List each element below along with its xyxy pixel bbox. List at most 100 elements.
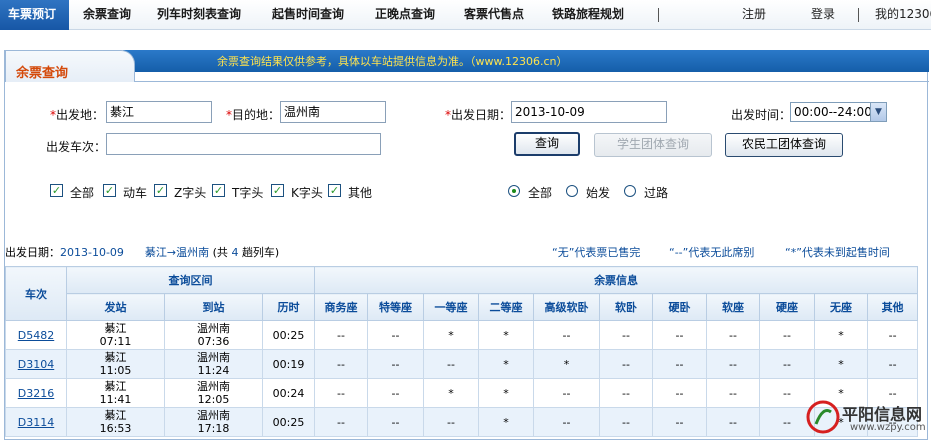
arrival-time: 07:36: [197, 335, 230, 348]
filter-all-checkbox[interactable]: ✓: [50, 184, 63, 197]
table-row: D3114 綦江 16:53 温州南 17:18 00:25 -- -- -- * -- -- -- --…: [5, 407, 919, 437]
login-link[interactable]: 登录: [811, 0, 835, 30]
from-station-input[interactable]: 綦江: [106, 101, 212, 123]
to-station-input[interactable]: 温州南: [280, 101, 386, 123]
station-passing-label: 过路: [644, 186, 669, 200]
seat-availability: --: [729, 386, 737, 400]
seat-availability: --: [622, 415, 630, 429]
seat-availability: *: [503, 328, 509, 342]
header-seat: 高级软卧: [533, 293, 600, 321]
to-station: 温州南: [197, 351, 230, 364]
seat-availability: --: [562, 328, 571, 342]
departure-time: 11:41: [99, 393, 132, 406]
arrival-time: 17:18: [197, 422, 230, 435]
migrant-worker-query-button[interactable]: 农民工团体查询: [725, 133, 843, 157]
station-origin-label: 始发: [586, 186, 611, 200]
nav-sale-time[interactable]: 起售时间查询: [272, 0, 344, 30]
seat-availability: --: [391, 328, 400, 342]
student-group-query-button[interactable]: 学生团体查询: [594, 133, 712, 157]
nav-divider: [658, 8, 659, 22]
filter-z-checkbox[interactable]: ✓: [154, 184, 167, 197]
header-seat: 硬座: [759, 293, 815, 321]
station-passing-radio[interactable]: [624, 185, 636, 197]
filter-emu-checkbox[interactable]: ✓: [103, 184, 116, 197]
seat-availability: --: [675, 328, 684, 342]
table-row: D5482 綦江 07:11 温州南 07:36 00:25 -- -- * * -- -- -- -- -…: [5, 320, 919, 350]
time-select[interactable]: 00:00--24:00 ▼: [790, 102, 887, 122]
seat-availability: --: [675, 357, 684, 371]
to-label: *目的地：: [226, 108, 281, 122]
station-all-label: 全部: [528, 186, 553, 200]
seat-availability: --: [622, 328, 630, 342]
seat-availability: --: [783, 386, 791, 400]
header-seat: 二等座: [478, 293, 534, 321]
station-all-radio[interactable]: [508, 185, 520, 197]
my12306-link[interactable]: 我的12306: [875, 0, 931, 30]
header-seat: 软卧: [599, 293, 653, 321]
seat-availability: --: [729, 328, 737, 342]
nav-delay-status[interactable]: 正晚点查询: [375, 0, 435, 30]
filter-t-checkbox[interactable]: ✓: [212, 184, 225, 197]
departure-time: 16:53: [99, 422, 132, 435]
filter-other-label: 其他: [348, 186, 373, 200]
filter-k-checkbox[interactable]: ✓: [271, 184, 284, 197]
header-seat: 一等座: [423, 293, 479, 321]
departure-time: 11:05: [99, 364, 132, 377]
arrival-time: 12:05: [197, 393, 230, 406]
time-select-value: 00:00--24:00: [794, 105, 872, 119]
train-number-link[interactable]: D3114: [18, 416, 54, 429]
header-from: 发站: [66, 293, 165, 321]
train-no-input[interactable]: [106, 133, 381, 155]
header-seat: 其他: [866, 293, 919, 321]
register-link[interactable]: 注册: [742, 0, 766, 30]
notice-bar: 余票查询结果仅供参考，具体以车站提供信息为准。（www.12306.cn）: [123, 50, 929, 72]
nav-ticket-booking[interactable]: 车票预订: [0, 0, 69, 30]
station-origin-radio[interactable]: [566, 185, 578, 197]
train-number-link[interactable]: D3104: [18, 358, 54, 371]
duration: 00:25: [272, 415, 305, 429]
filter-emu-label: 动车: [123, 186, 148, 200]
summary-route: 綦江→温州南: [144, 246, 210, 259]
result-summary: 出发日期：2013-10-09 綦江→温州南 (共 4 趟列车): [5, 246, 280, 259]
train-number-link[interactable]: D5482: [18, 329, 54, 342]
date-label: *出发日期：: [445, 108, 512, 122]
nav-trip-planning[interactable]: 铁路旅程规划: [552, 0, 624, 30]
seat-availability: --: [447, 415, 455, 429]
filter-other-checkbox[interactable]: ✓: [328, 184, 341, 197]
header-remaining: 余票信息: [313, 266, 919, 294]
seat-availability: --: [675, 415, 684, 429]
table-row: D3104 綦江 11:05 温州南 11:24 00:19 -- -- -- * * -- -- -- -…: [5, 349, 919, 379]
summary-date: 2013-10-09: [60, 246, 124, 259]
notice-text: 余票查询结果仅供参考，具体以车站提供信息为准。（www.12306.cn）: [217, 55, 568, 68]
results-table: 车次 查询区间 余票信息 发站 到站 历时 商务座 特等座 一等座 二等座 高级软卧 软卧…: [5, 266, 919, 437]
seat-availability: --: [888, 328, 897, 342]
chevron-down-icon[interactable]: ▼: [870, 103, 886, 121]
seat-availability: --: [337, 386, 345, 400]
legend-none: “无”代表票已售完: [552, 246, 641, 259]
from-station: 綦江: [104, 322, 127, 335]
watermark-url: www.wzpy.com: [850, 422, 926, 433]
date-input[interactable]: 2013-10-09: [511, 101, 667, 123]
seat-availability: --: [447, 357, 455, 371]
nav-timetable[interactable]: 列车时刻表查询: [157, 0, 241, 30]
to-station: 温州南: [197, 409, 230, 422]
nav-agency[interactable]: 客票代售点: [464, 0, 524, 30]
nav-remaining-tickets[interactable]: 余票查询: [83, 0, 131, 30]
seat-availability: *: [503, 415, 509, 429]
site-logo-icon: [806, 400, 840, 434]
duration: 00:24: [272, 386, 305, 400]
panel-divider: [135, 81, 929, 82]
header-seat: 特等座: [367, 293, 424, 321]
nav-divider: [858, 8, 859, 22]
seat-availability: *: [563, 357, 570, 371]
seat-availability: *: [503, 386, 509, 400]
filter-t-label: T字头: [232, 186, 264, 200]
top-navigation: 车票预订 余票查询 列车时刻表查询 起售时间查询 正晚点查询 客票代售点 铁路旅…: [0, 0, 931, 30]
header-seat: 无座: [814, 293, 868, 321]
query-button[interactable]: 查询: [514, 132, 580, 156]
panel-title: 余票查询: [16, 66, 69, 81]
train-number-link[interactable]: D3216: [18, 387, 54, 400]
panel-tab: 余票查询: [5, 50, 135, 82]
duration: 00:19: [272, 357, 305, 371]
seat-availability: --: [783, 328, 791, 342]
